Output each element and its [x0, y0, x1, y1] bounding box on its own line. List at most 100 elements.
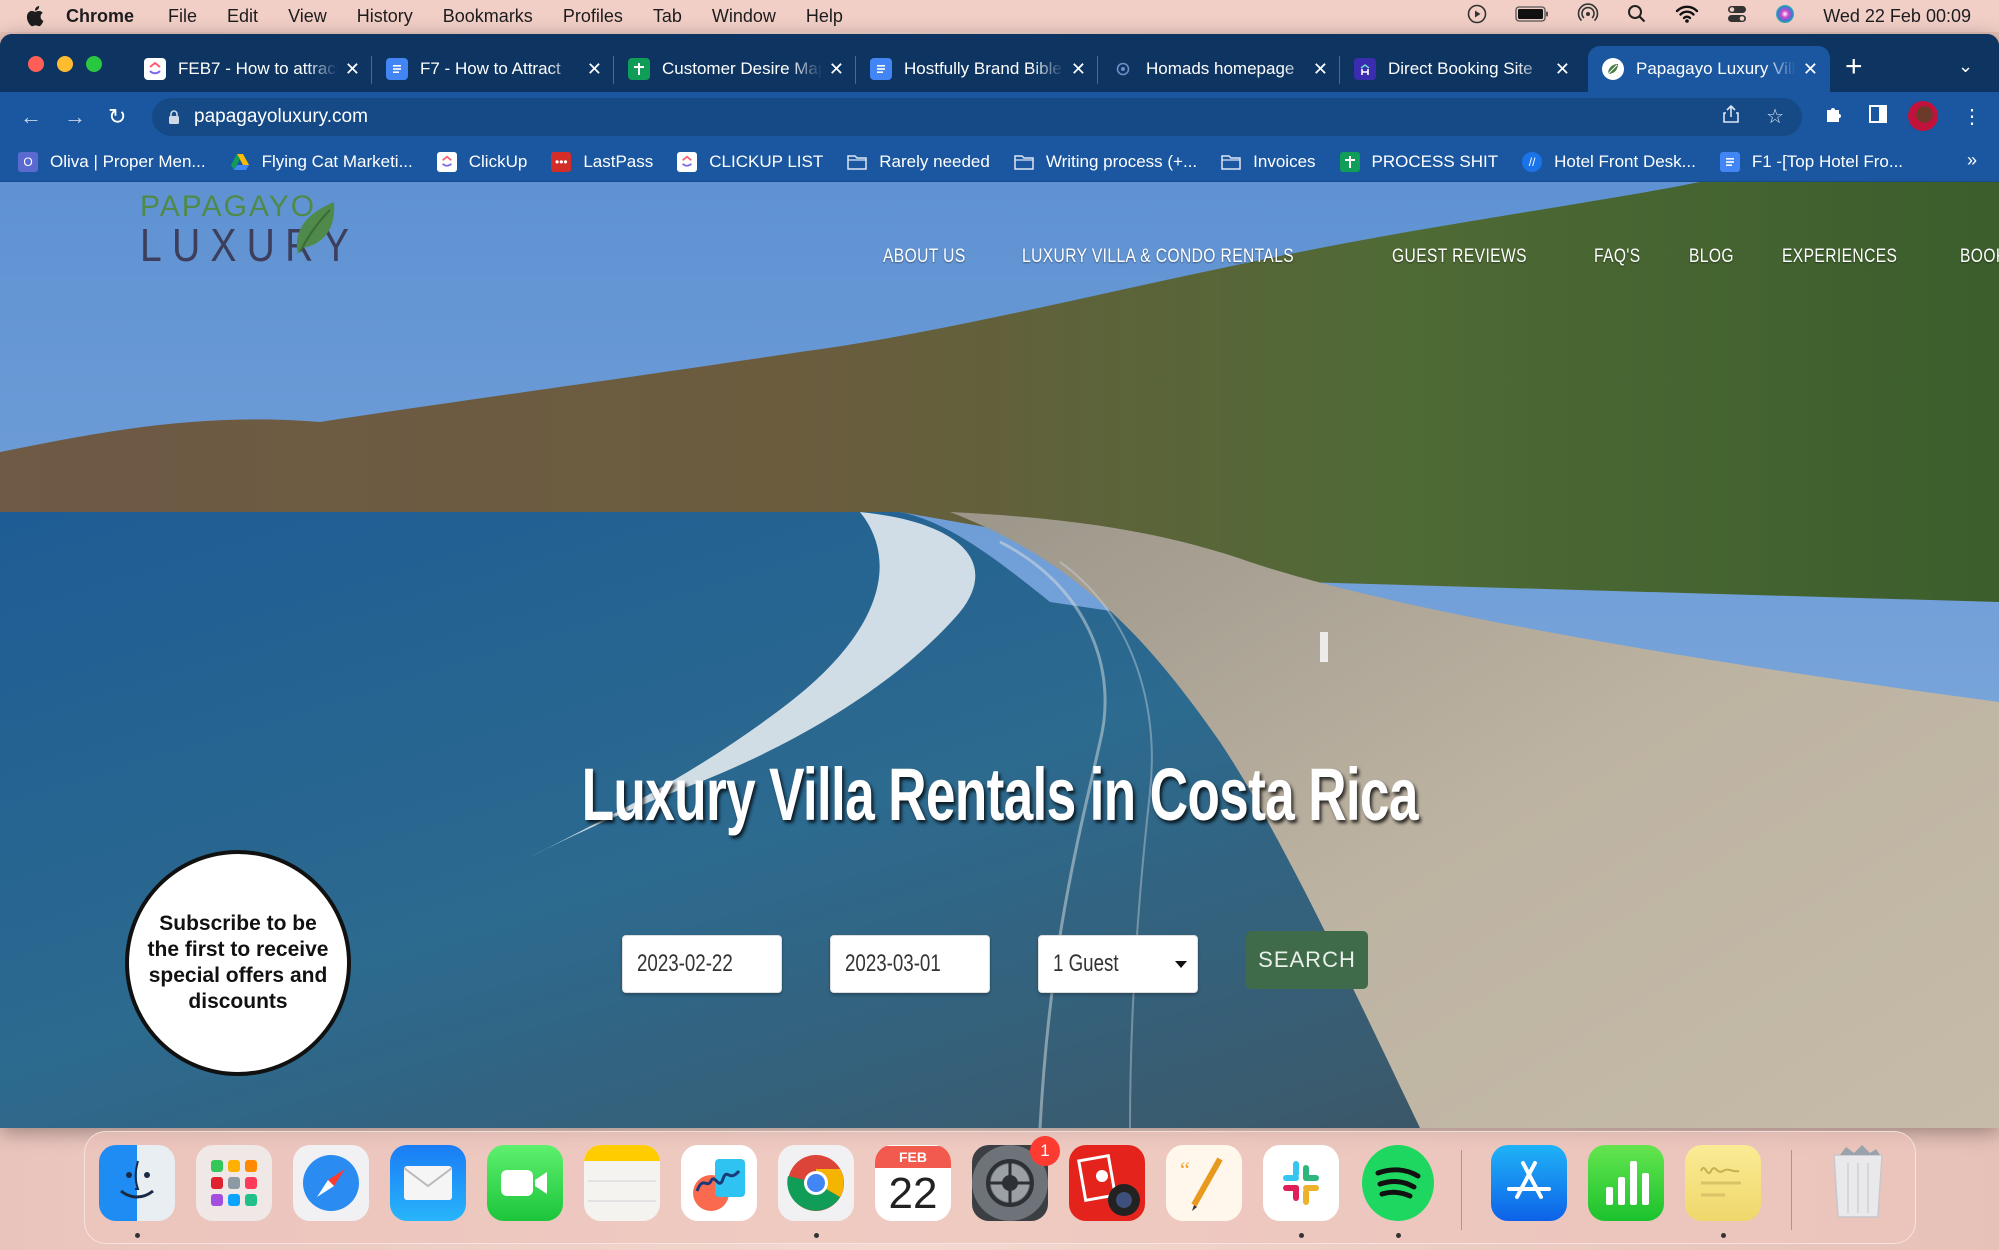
bookmark-item[interactable]: F1 -[Top Hotel Fro...: [1719, 151, 1903, 172]
chrome-menu-icon[interactable]: ⋮: [1962, 104, 1982, 129]
dock-mail-icon[interactable]: [390, 1145, 466, 1221]
menu-help[interactable]: Help: [806, 6, 843, 27]
bookmark-item[interactable]: ClickUp: [436, 151, 527, 172]
side-panel-icon[interactable]: [1868, 104, 1888, 130]
close-tab-icon[interactable]: ✕: [829, 59, 844, 80]
airdrop-icon[interactable]: [1577, 2, 1599, 30]
folder-icon: [1014, 152, 1034, 172]
dock-launchpad-icon[interactable]: [196, 1145, 272, 1221]
share-icon[interactable]: [1722, 104, 1740, 130]
browser-tab[interactable]: F7 - How to Attract ✕: [372, 46, 614, 92]
extensions-puzzle-icon[interactable]: [1824, 104, 1844, 130]
close-tab-icon[interactable]: ✕: [1555, 59, 1570, 80]
checkout-date-input[interactable]: 2023-03-01: [830, 935, 990, 993]
close-tab-icon[interactable]: ✕: [587, 59, 602, 80]
bookmark-folder[interactable]: Writing process (+...: [1014, 152, 1197, 172]
browser-tab[interactable]: FEB7 - How to attract ✕: [130, 46, 372, 92]
menu-view[interactable]: View: [288, 6, 327, 27]
dock-finder-icon[interactable]: [99, 1145, 175, 1221]
search-button[interactable]: SEARCH: [1246, 931, 1368, 989]
nav-luxury-villa-condo-rentals[interactable]: LUXURY VILLA & CONDO RENTALS: [1022, 246, 1294, 268]
dock-app-store-icon[interactable]: [1491, 1145, 1567, 1221]
close-tab-icon[interactable]: ✕: [345, 59, 360, 80]
bookmark-item[interactable]: O Oliva | Proper Men...: [18, 151, 206, 172]
booking-search-form: 2023-02-22 2023-03-01 1 Guest SEARCH: [622, 931, 1368, 993]
menubar-clock[interactable]: Wed 22 Feb 00:09: [1823, 6, 1971, 27]
nav-blog[interactable]: BLOG: [1689, 246, 1734, 268]
dock-calendar-icon[interactable]: FEB 22: [875, 1145, 951, 1221]
dock-chrome-icon[interactable]: [778, 1145, 854, 1221]
lock-icon[interactable]: [168, 109, 180, 125]
battery-icon[interactable]: [1515, 5, 1549, 28]
nav-book-now[interactable]: BOOK NOW: [1960, 246, 1999, 268]
site-logo[interactable]: PAPAGAYO LUXURY: [140, 192, 398, 269]
fullscreen-window-button[interactable]: [86, 56, 102, 72]
bookmark-star-icon[interactable]: ☆: [1766, 104, 1784, 130]
guests-select[interactable]: 1 Guest: [1038, 935, 1198, 993]
apple-menu-icon[interactable]: [26, 5, 46, 27]
menu-file[interactable]: File: [168, 6, 197, 27]
menu-window[interactable]: Window: [712, 6, 776, 27]
subscribe-popup-badge[interactable]: Subscribe to be the first to receive spe…: [125, 850, 351, 1076]
control-center-icon[interactable]: [1727, 4, 1747, 29]
browser-tab[interactable]: Homads homepage ✕: [1098, 46, 1340, 92]
browser-tab[interactable]: Customer Desire Map ✕: [614, 46, 856, 92]
url-text[interactable]: papagayoluxury.com: [194, 106, 368, 128]
dock-pages-icon[interactable]: “: [1166, 1145, 1242, 1221]
web-page: PAPAGAYO LUXURY ABOUT US LUXURY VILLA & …: [0, 182, 1999, 1128]
tab-search-chevron-icon[interactable]: ⌄: [1958, 56, 1973, 77]
menu-tab[interactable]: Tab: [653, 6, 682, 27]
bookmark-folder[interactable]: Rarely needed: [847, 152, 990, 172]
siri-icon[interactable]: [1775, 4, 1795, 29]
bookmark-item[interactable]: // Hotel Front Desk...: [1522, 151, 1696, 172]
google-docs-icon: [386, 58, 408, 80]
nav-about-us[interactable]: ABOUT US: [883, 246, 966, 268]
browser-toolbar: ← → ↻ papagayoluxury.com ☆ ⋮: [0, 92, 1999, 142]
bookmark-item[interactable]: CLICKUP LIST: [677, 151, 823, 172]
nav-guest-reviews[interactable]: GUEST REVIEWS: [1392, 246, 1527, 268]
browser-tab[interactable]: Direct Booking Site ✕: [1340, 46, 1582, 92]
close-tab-icon[interactable]: ✕: [1803, 59, 1818, 80]
play-circle-icon[interactable]: [1467, 4, 1487, 29]
close-window-button[interactable]: [28, 56, 44, 72]
nav-faqs[interactable]: FAQ'S: [1594, 246, 1641, 268]
nav-experiences[interactable]: EXPERIENCES: [1782, 246, 1897, 268]
menu-history[interactable]: History: [357, 6, 413, 27]
bookmark-item[interactable]: PROCESS SHIT: [1339, 151, 1498, 172]
dock-photo-booth-icon[interactable]: [1069, 1145, 1145, 1221]
dock-slack-icon[interactable]: [1263, 1145, 1339, 1221]
bookmark-folder[interactable]: Invoices: [1221, 152, 1316, 172]
dock-spotify-icon[interactable]: [1360, 1145, 1436, 1221]
menu-edit[interactable]: Edit: [227, 6, 258, 27]
dock-safari-icon[interactable]: [293, 1145, 369, 1221]
checkin-date-input[interactable]: 2023-02-22: [622, 935, 782, 993]
close-tab-icon[interactable]: ✕: [1071, 59, 1086, 80]
bookmark-item[interactable]: ••• LastPass: [551, 151, 653, 172]
wifi-icon[interactable]: [1675, 4, 1699, 29]
menu-profiles[interactable]: Profiles: [563, 6, 623, 27]
reload-button[interactable]: ↻: [108, 104, 126, 130]
dock-freeform-icon[interactable]: [681, 1145, 757, 1221]
browser-tab[interactable]: Hostfully Brand Bible ✕: [856, 46, 1098, 92]
profile-avatar[interactable]: [1908, 101, 1938, 131]
minimize-window-button[interactable]: [57, 56, 73, 72]
dock-trash-icon[interactable]: [1820, 1145, 1896, 1221]
dock-numbers-icon[interactable]: [1588, 1145, 1664, 1221]
forward-button[interactable]: →: [64, 104, 86, 130]
menu-bookmarks[interactable]: Bookmarks: [443, 6, 533, 27]
dock-stickies-icon[interactable]: [1685, 1145, 1761, 1221]
dock-notes-icon[interactable]: [584, 1145, 660, 1221]
close-tab-icon[interactable]: ✕: [1313, 59, 1328, 80]
back-button[interactable]: ←: [20, 104, 42, 130]
chrome-window: FEB7 - How to attract ✕ F7 - How to Attr…: [0, 34, 1999, 1128]
running-indicator: [135, 1233, 140, 1238]
browser-tab-active[interactable]: Papagayo Luxury Villas ✕: [1588, 46, 1830, 92]
address-bar[interactable]: papagayoluxury.com ☆: [152, 98, 1802, 136]
dock-facetime-icon[interactable]: [487, 1145, 563, 1221]
spotlight-search-icon[interactable]: [1627, 4, 1647, 29]
new-tab-button[interactable]: +: [1845, 50, 1863, 84]
menu-app-chrome[interactable]: Chrome: [66, 6, 134, 27]
bookmarks-overflow-button[interactable]: »: [1967, 150, 1977, 171]
dock-separator: [1461, 1150, 1462, 1230]
bookmark-item[interactable]: Flying Cat Marketi...: [230, 152, 413, 172]
